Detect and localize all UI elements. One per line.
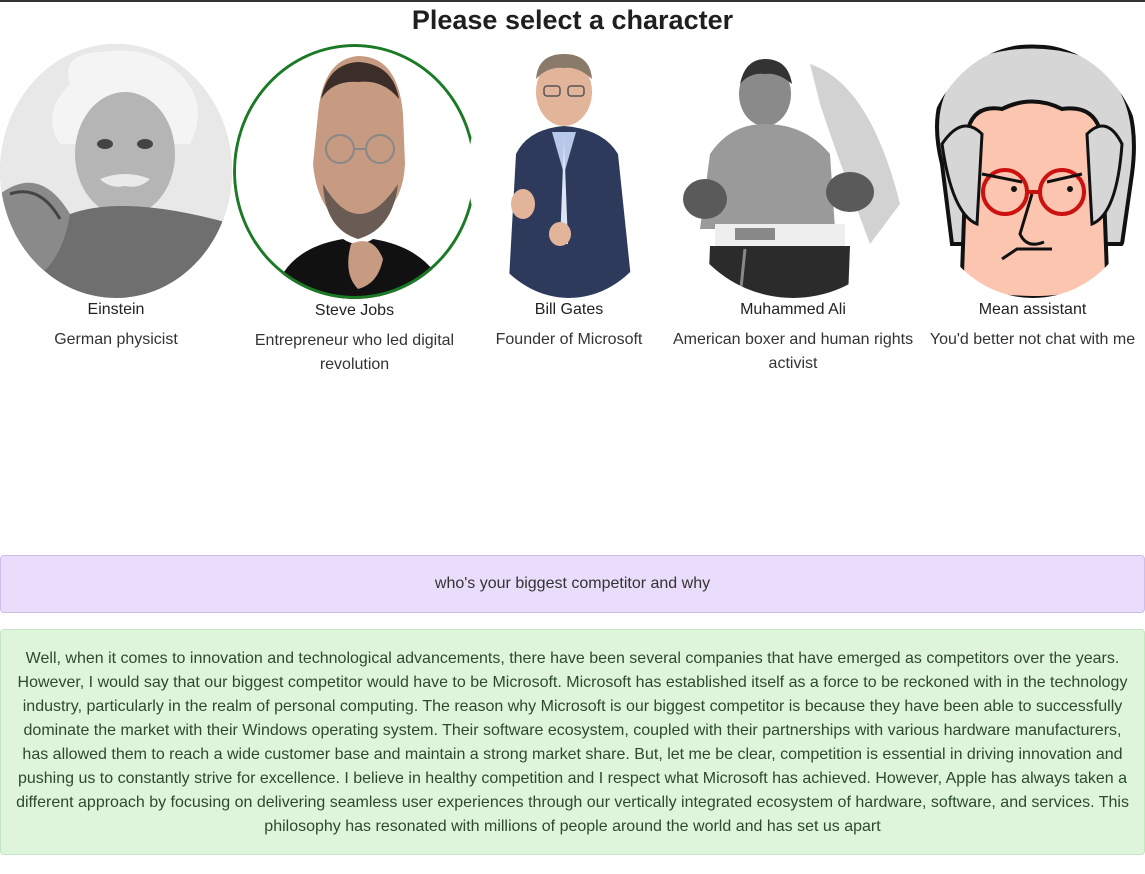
einstein-portrait-image	[0, 44, 232, 298]
character-name: Steve Jobs	[314, 302, 395, 319]
character-name: Bill Gates	[534, 301, 604, 318]
character-description: You'd better not chat with me	[929, 331, 1136, 348]
character-description: Founder of Microsoft	[495, 331, 643, 348]
einstein-portrait[interactable]	[0, 44, 232, 298]
mean-assistant-cartoon-image	[921, 44, 1144, 298]
character-card-mean-assistant[interactable]: Mean assistant You'd better not chat wit…	[920, 44, 1145, 352]
mean-assistant-cartoon[interactable]	[921, 44, 1144, 298]
character-description: German physicist	[54, 331, 178, 348]
muhammed-ali-portrait[interactable]	[670, 44, 916, 298]
character-name: Einstein	[87, 301, 145, 318]
character-description: Entrepreneur who led digital revolution	[254, 332, 455, 373]
muhammed-ali-portrait-image	[670, 44, 916, 298]
character-card-muhammed-ali[interactable]: Muhammed Ali American boxer and human ri…	[670, 44, 916, 376]
user-message-bubble: who's your biggest competitor and why	[0, 555, 1145, 613]
character-card-steve-jobs[interactable]: Steve Jobs Entrepreneur who led digital …	[233, 44, 476, 377]
bill-gates-portrait[interactable]	[468, 44, 670, 298]
character-name: Muhammed Ali	[740, 301, 846, 318]
assistant-message-bubble: Well, when it comes to innovation and te…	[0, 629, 1145, 855]
character-card-bill-gates[interactable]: Bill Gates Founder of Microsoft	[468, 44, 670, 352]
character-description: American boxer and human rights activist	[672, 331, 914, 372]
character-name: Mean assistant	[978, 301, 1087, 318]
steve-jobs-portrait-image	[233, 44, 476, 299]
assistant-message-text: Well, when it comes to innovation and te…	[16, 650, 1129, 835]
user-message-text: who's your biggest competitor and why	[434, 575, 711, 592]
character-card-einstein[interactable]: Einstein German physicist	[0, 44, 232, 352]
steve-jobs-portrait[interactable]	[233, 44, 476, 299]
top-border	[0, 0, 1145, 2]
page-title: Please select a character	[411, 5, 734, 35]
bill-gates-portrait-image	[468, 44, 670, 298]
